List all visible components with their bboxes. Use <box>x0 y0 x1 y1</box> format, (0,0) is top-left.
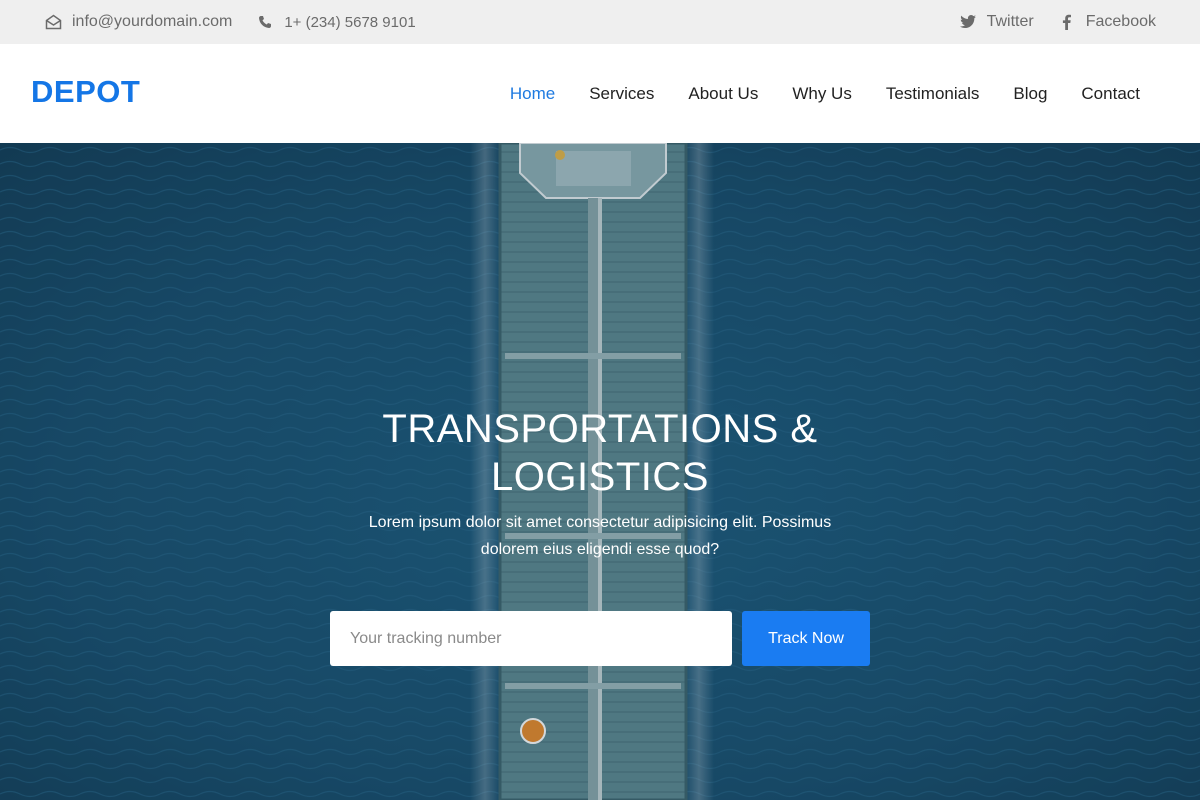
email-text: info@yourdomain.com <box>72 13 233 30</box>
nav-blog[interactable]: Blog <box>1013 84 1047 104</box>
hero-subtitle: Lorem ipsum dolor sit amet consectetur a… <box>368 514 832 558</box>
phone-icon <box>256 13 274 31</box>
facebook-text: Facebook <box>1085 13 1156 30</box>
contact-info: info@yourdomain.com 1+ (234) 5678 9101 <box>44 0 416 44</box>
nav-contact[interactable]: Contact <box>1081 84 1140 104</box>
nav-about-us[interactable]: About Us <box>688 84 758 104</box>
facebook-link[interactable]: Facebook <box>1058 13 1156 31</box>
envelope-open-icon <box>44 13 62 31</box>
twitter-icon <box>959 13 977 31</box>
nav-services[interactable]: Services <box>589 84 654 104</box>
hero-title: TRANSPORTATIONS & LOGISTICS <box>382 407 818 499</box>
site-header: DEPOT Home Services About Us Why Us Test… <box>0 44 1200 143</box>
hero-section: TRANSPORTATIONS & LOGISTICS Lorem ipsum … <box>0 143 1200 800</box>
hero-content: TRANSPORTATIONS & LOGISTICS Lorem ipsum … <box>0 143 1200 800</box>
track-now-button[interactable]: Track Now <box>742 611 870 666</box>
tracking-number-input[interactable] <box>330 611 732 666</box>
phone-link[interactable]: 1+ (234) 5678 9101 <box>256 13 416 31</box>
social-links: Twitter Facebook <box>959 0 1156 44</box>
twitter-text: Twitter <box>986 13 1034 30</box>
top-bar: info@yourdomain.com 1+ (234) 5678 9101 T… <box>0 0 1200 44</box>
facebook-icon <box>1058 13 1076 31</box>
twitter-link[interactable]: Twitter <box>959 13 1034 31</box>
phone-text: 1+ (234) 5678 9101 <box>284 13 416 31</box>
nav-why-us[interactable]: Why Us <box>792 84 852 104</box>
main-nav: Home Services About Us Why Us Testimonia… <box>476 44 1140 143</box>
nav-home[interactable]: Home <box>510 84 555 104</box>
nav-testimonials[interactable]: Testimonials <box>886 84 980 104</box>
email-link[interactable]: info@yourdomain.com <box>44 13 232 31</box>
site-logo[interactable]: DEPOT <box>31 74 140 110</box>
